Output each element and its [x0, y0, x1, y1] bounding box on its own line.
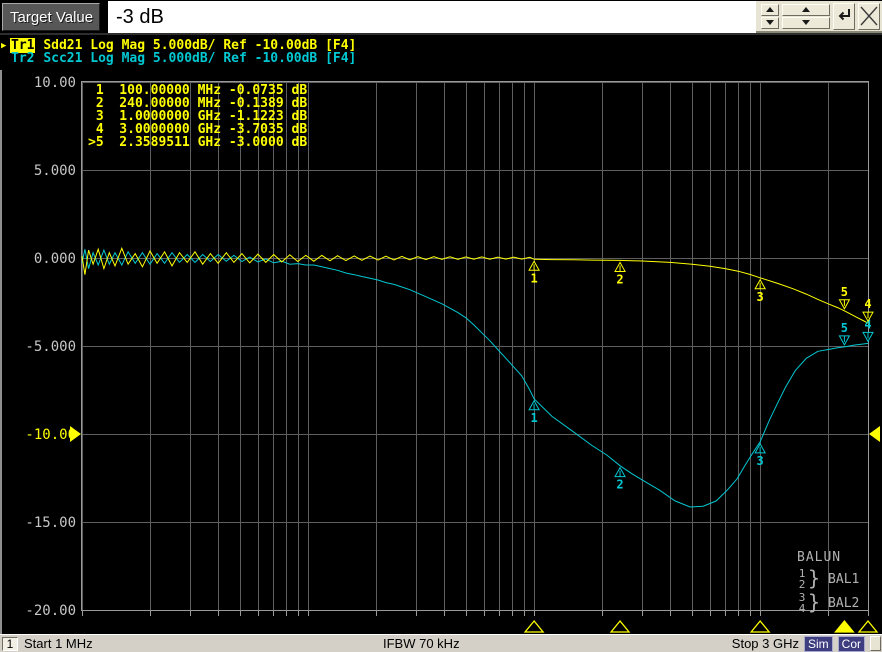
marker-2-Scc21: 2	[614, 466, 626, 492]
target-value-input[interactable]	[108, 1, 756, 33]
coarse-step-down-button[interactable]	[782, 16, 830, 29]
port-label: 4	[798, 602, 806, 615]
marker-5-Scc21: 5	[838, 321, 851, 346]
marker-table-row: >5 2.3589511 GHz -3.0000 dB	[88, 135, 308, 150]
y-axis-label: 0.000	[34, 251, 76, 267]
fine-spinner	[761, 3, 779, 29]
sweep-stop-label: Stop 3 GHz	[731, 636, 799, 651]
y-axis-label: -10.00	[25, 427, 76, 443]
balun-legend: BALUN 1 2 } BAL1 3 4 } BAL2	[797, 550, 859, 615]
status-right-cluster: Stop 3 GHz Sim Cor	[731, 635, 882, 652]
fine-step-up-button[interactable]	[761, 3, 779, 16]
coarse-step-up-button[interactable]	[782, 3, 830, 16]
y-axis-label: -5.000	[25, 339, 76, 355]
balun-ports: 3 4	[797, 592, 807, 614]
close-button[interactable]	[858, 2, 880, 30]
marker-5-Sdd21: 5	[838, 285, 851, 310]
marker-2-Sdd21: 2	[614, 261, 626, 286]
balun-group-label: BAL1	[828, 571, 860, 587]
active-trace-arrow-icon: ▶	[1, 40, 7, 51]
target-value-dialog: Target Value	[0, 0, 882, 35]
stimulus-marker-4[interactable]	[857, 619, 879, 633]
marker-3-Sdd21: 3	[754, 278, 766, 304]
sim-status-badge: Sim	[803, 635, 833, 652]
y-axis-label: -15.00	[25, 515, 76, 531]
trace2-info: Tr2 Scc21 Log Mag 5.000dB/ Ref -10.00dB …	[0, 51, 882, 66]
marker-table: 1 100.00000 MHz -0.0735 dB 2 240.00000 M…	[88, 84, 307, 149]
marker-number: 4	[864, 297, 871, 311]
marker-number: 1	[530, 271, 537, 285]
dialog-buttons	[756, 1, 882, 33]
arrow-down-icon	[766, 20, 774, 25]
ifbw-label: IFBW 70 kHz	[383, 636, 460, 651]
sweep-start-label: Start 1 MHz	[24, 636, 93, 651]
brace-glyph: }	[808, 565, 821, 590]
fine-step-down-button[interactable]	[761, 16, 779, 29]
marker-number: 5	[841, 285, 848, 299]
trace2-tag[interactable]: Tr2	[10, 51, 35, 66]
cor-status-badge: Cor	[837, 635, 865, 652]
enter-icon	[838, 9, 850, 21]
marker-number: 1	[530, 411, 537, 425]
marker-number: 2	[616, 478, 623, 492]
port-label: 2	[798, 578, 806, 591]
arrow-down-icon	[802, 20, 810, 25]
status-bar: 1 Start 1 MHz IFBW 70 kHz Stop 3 GHz Sim…	[0, 634, 882, 652]
balun-group-2: 3 4 } BAL2	[797, 589, 860, 615]
stimulus-marker-2[interactable]	[609, 619, 631, 633]
grid	[81, 81, 869, 616]
trace2-desc	[35, 51, 43, 66]
window-left-edge	[0, 35, 2, 634]
stimulus-marker-3[interactable]	[749, 619, 771, 633]
arrow-up-icon	[766, 7, 774, 12]
close-icon	[860, 6, 878, 26]
trace-info-bar: ▶ Tr1 Sdd21 Log Mag 5.000dB/ Ref -10.00dB…	[0, 35, 882, 70]
trace2-desc-text: Scc21 Log Mag 5.000dB/ Ref -10.00dB [F4]	[43, 51, 357, 66]
arrow-up-icon	[802, 7, 810, 12]
marker-1-Sdd21: 1	[528, 260, 540, 285]
ref-level-marker-right[interactable]	[869, 426, 880, 442]
balun-title: BALUN	[797, 550, 842, 565]
balun-ports: 1 2	[797, 568, 807, 590]
balun-group-1: 1 2 } BAL1	[797, 565, 860, 591]
status-empty-box	[870, 636, 881, 651]
marker-number: 3	[757, 454, 764, 468]
marker-1-Scc21: 1	[528, 399, 540, 425]
y-axis-label: 10.00	[34, 75, 76, 91]
y-axis-label: -20.00	[25, 603, 76, 619]
stimulus-marker-1[interactable]	[523, 619, 545, 633]
brace-glyph: }	[808, 589, 821, 614]
marker-number: 3	[757, 290, 764, 304]
stimulus-marker-5[interactable]	[834, 619, 855, 633]
y-axis-label: 5.000	[34, 163, 76, 179]
coarse-spinner	[782, 3, 830, 29]
enter-button[interactable]	[833, 2, 855, 30]
channel-indicator: 1	[2, 636, 18, 651]
marker-number: 2	[616, 272, 623, 286]
balun-group-label: BAL2	[828, 595, 860, 611]
dialog-title: Target Value	[2, 3, 100, 31]
marker-number: 5	[841, 321, 848, 335]
